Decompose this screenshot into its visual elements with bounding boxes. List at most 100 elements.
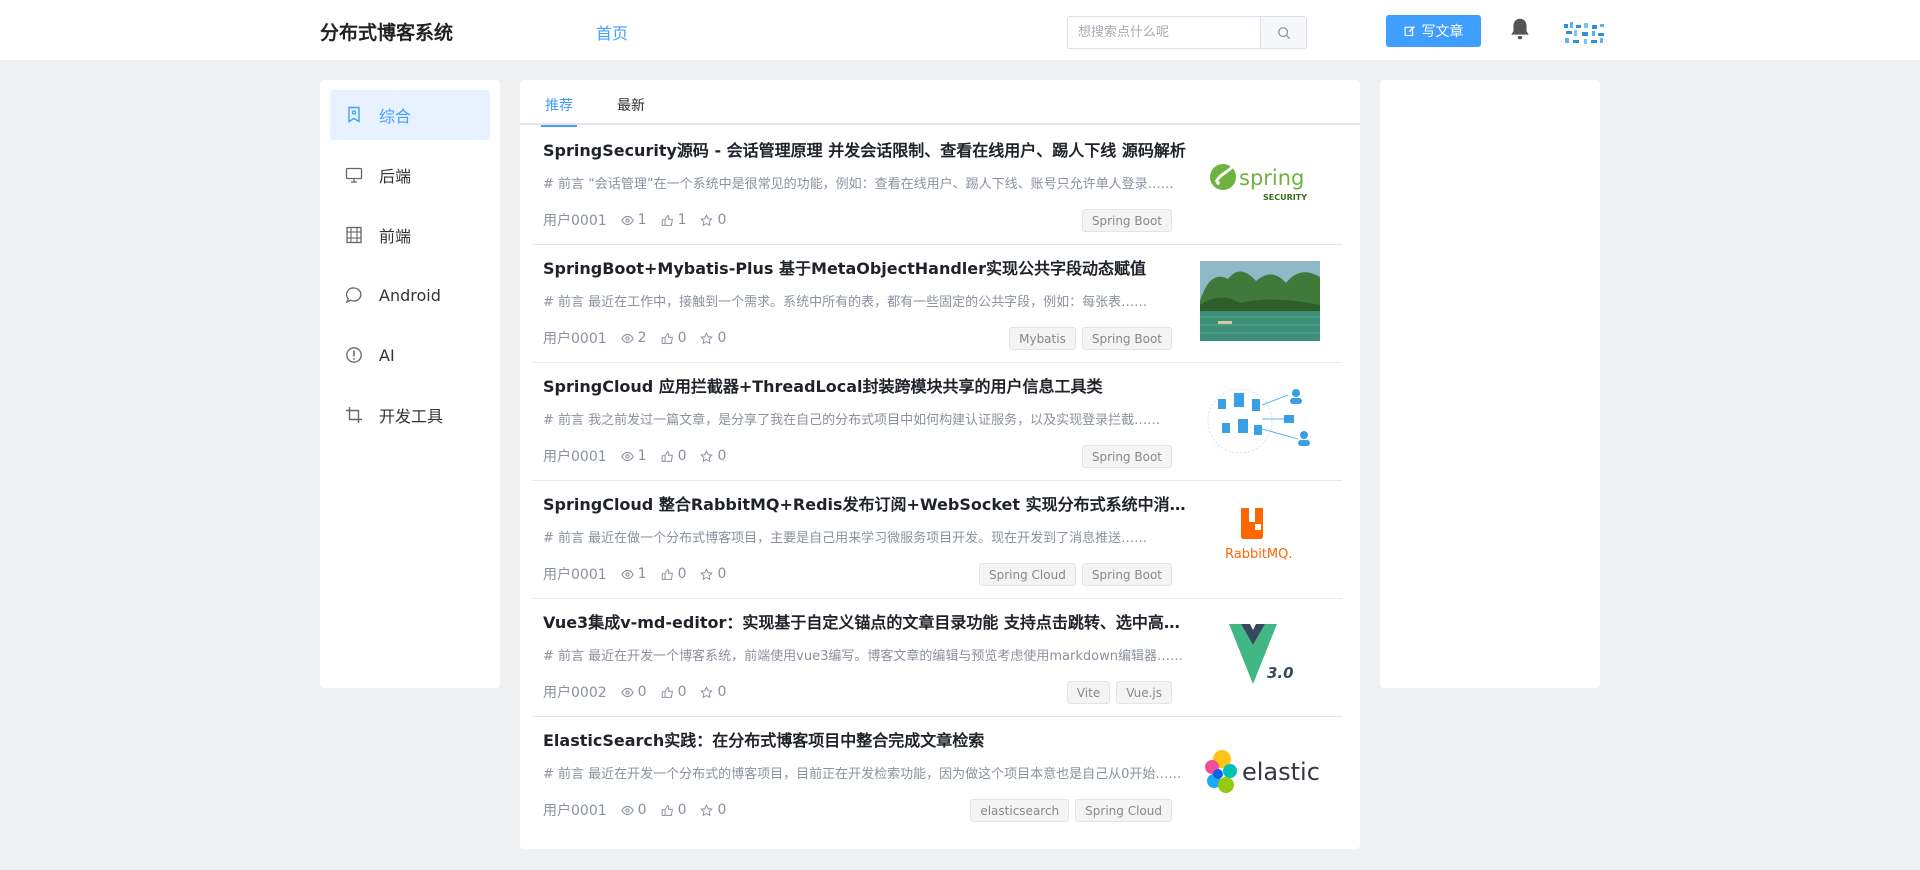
right-sidebar-panel <box>1380 80 1600 688</box>
tag-chip[interactable]: Spring Cloud <box>1075 799 1172 822</box>
tag-chip[interactable]: Vue.js <box>1116 681 1172 704</box>
article-thumbnail[interactable] <box>1200 379 1320 459</box>
sidebar-item-backend[interactable]: 后端 <box>330 150 490 200</box>
star-icon[interactable] <box>700 685 714 699</box>
article-thumbnail[interactable] <box>1200 261 1320 341</box>
site-logo[interactable]: 分布式博客系统 <box>320 18 453 45</box>
star-icon[interactable] <box>700 449 714 463</box>
tag-chip[interactable]: Mybatis <box>1009 327 1076 350</box>
star-icon[interactable] <box>700 803 714 817</box>
article-meta: 用户0001 0 0 0 <box>543 800 740 820</box>
article-thumbnail[interactable]: elastic <box>1200 733 1320 813</box>
sidebar-item-label: 前端 <box>379 227 412 246</box>
sidebar-item-android[interactable]: Android <box>330 270 490 320</box>
spring-security-logo: spring SECURITY <box>1210 164 1307 202</box>
view-count: 1 <box>637 212 647 228</box>
top-header: 分布式博客系统 首页 写文章 <box>0 0 1920 60</box>
sidebar-item-label: AI <box>379 345 395 365</box>
write-article-label: 写文章 <box>1421 24 1464 40</box>
search-button[interactable] <box>1260 17 1306 48</box>
thumb-up-icon[interactable] <box>661 450 674 463</box>
article-title[interactable]: SpringBoot+Mybatis-Plus 基于MetaObjectHand… <box>543 255 1188 279</box>
thumb-up-icon[interactable] <box>661 804 674 817</box>
rabbitmq-logo-text: RabbitMQ. <box>1225 547 1293 562</box>
article-summary: # 前言 我之前发过一篇文章，是分享了我在自己的分布式项目中如何构建认证服务，以… <box>543 413 1161 428</box>
info-circle-icon <box>345 346 363 364</box>
like-count: 1 <box>677 212 687 228</box>
chat-bubble-icon <box>345 286 363 304</box>
tag-chip[interactable]: Vite <box>1066 681 1111 704</box>
star-count: 0 <box>717 566 727 582</box>
article-item[interactable]: ElasticSearch实践：在分布式博客项目中整合完成文章检索 # 前言 最… <box>520 717 1360 835</box>
article-title[interactable]: Vue3集成v-md-editor：实现基于自定义锚点的文章目录功能 支持点击跳… <box>543 609 1188 633</box>
article-author[interactable]: 用户0001 <box>543 800 607 820</box>
article-title[interactable]: ElasticSearch实践：在分布式博客项目中整合完成文章检索 <box>543 727 1188 751</box>
eye-icon <box>620 569 634 579</box>
user-avatar[interactable] <box>1562 16 1606 48</box>
tag-chip[interactable]: Spring Boot <box>1081 445 1172 468</box>
eye-icon <box>620 451 634 461</box>
article-item[interactable]: Vue3集成v-md-editor：实现基于自定义锚点的文章目录功能 支持点击跳… <box>520 599 1360 717</box>
sidebar-item-ai[interactable]: AI <box>330 330 490 380</box>
article-meta: 用户0001 1 0 0 <box>543 564 740 584</box>
article-title[interactable]: SpringCloud 整合RabbitMQ+Redis发布订阅+WebSock… <box>543 491 1188 515</box>
article-thumbnail[interactable]: RabbitMQ. <box>1200 497 1320 577</box>
tag-chip[interactable]: Spring Boot <box>1081 209 1172 232</box>
sidebar-item-label: Android <box>379 285 441 305</box>
eye-icon <box>620 687 634 697</box>
article-tags: Mybatis Spring Boot <box>1009 327 1172 350</box>
thumb-up-icon[interactable] <box>661 332 674 345</box>
article-item[interactable]: SpringCloud 整合RabbitMQ+Redis发布订阅+WebSock… <box>520 481 1360 599</box>
article-item[interactable]: SpringBoot+Mybatis-Plus 基于MetaObjectHand… <box>520 245 1360 363</box>
thumb-up-icon[interactable] <box>661 686 674 699</box>
article-thumbnail[interactable]: 3.0 <box>1200 615 1320 695</box>
bell-icon[interactable] <box>1507 16 1533 42</box>
search-icon <box>1277 26 1290 39</box>
article-author[interactable]: 用户0002 <box>543 682 607 702</box>
star-count: 0 <box>717 212 727 228</box>
article-tags: elasticsearch Spring Cloud <box>970 799 1172 822</box>
category-sidebar: 综合 后端 前端 Android AI 开发工具 <box>320 80 500 688</box>
article-meta: 用户0001 1 1 0 <box>543 210 740 230</box>
thumb-up-icon[interactable] <box>661 568 674 581</box>
sidebar-item-comprehensive[interactable]: 综合 <box>330 90 490 140</box>
eye-icon <box>620 333 634 343</box>
nav-home-link[interactable]: 首页 <box>596 20 628 44</box>
sidebar-item-frontend[interactable]: 前端 <box>330 210 490 260</box>
search-input[interactable] <box>1068 17 1260 48</box>
article-tags: Spring Boot <box>1081 445 1172 468</box>
article-title[interactable]: SpringCloud 应用拦截器+ThreadLocal封装跨模块共享的用户信… <box>543 373 1188 397</box>
tab-latest[interactable]: 最新 <box>617 80 645 125</box>
tag-chip[interactable]: elasticsearch <box>970 799 1070 822</box>
sidebar-item-devtools[interactable]: 开发工具 <box>330 390 490 440</box>
tag-chip[interactable]: Spring Boot <box>1081 327 1172 350</box>
article-tags: Spring Boot <box>1081 209 1172 232</box>
article-author[interactable]: 用户0001 <box>543 210 607 230</box>
article-author[interactable]: 用户0001 <box>543 446 607 466</box>
eye-icon <box>620 805 634 815</box>
star-icon[interactable] <box>700 213 714 227</box>
article-item[interactable]: SpringCloud 应用拦截器+ThreadLocal封装跨模块共享的用户信… <box>520 363 1360 481</box>
article-author[interactable]: 用户0001 <box>543 328 607 348</box>
sidebar-item-label: 开发工具 <box>379 407 444 426</box>
sidebar-item-label: 后端 <box>379 167 412 186</box>
article-title[interactable]: SpringSecurity源码 - 会话管理原理 并发会话限制、查看在线用户、… <box>543 137 1188 161</box>
tag-chip[interactable]: Spring Boot <box>1081 563 1172 586</box>
sidebar-item-label: 综合 <box>379 107 412 126</box>
article-summary: # 前言 最近在做一个分布式博客项目，主要是自己用来学习微服务项目开发。现在开发… <box>543 531 1148 546</box>
write-article-button[interactable]: 写文章 <box>1386 15 1481 47</box>
tag-chip[interactable]: Spring Cloud <box>979 563 1076 586</box>
like-count: 0 <box>677 330 687 346</box>
article-item[interactable]: SpringSecurity源码 - 会话管理原理 并发会话限制、查看在线用户、… <box>520 127 1360 245</box>
like-count: 0 <box>677 566 687 582</box>
thumb-up-icon[interactable] <box>661 214 674 227</box>
feed-tabs: 推荐 最新 <box>520 80 1360 127</box>
eye-icon <box>620 215 634 225</box>
star-icon[interactable] <box>700 331 714 345</box>
star-icon[interactable] <box>700 567 714 581</box>
article-author[interactable]: 用户0001 <box>543 564 607 584</box>
tab-recommended[interactable]: 推荐 <box>541 80 577 127</box>
article-meta: 用户0001 2 0 0 <box>543 328 740 348</box>
article-thumbnail[interactable]: spring SECURITY <box>1200 143 1320 223</box>
article-meta: 用户0001 1 0 0 <box>543 446 740 466</box>
